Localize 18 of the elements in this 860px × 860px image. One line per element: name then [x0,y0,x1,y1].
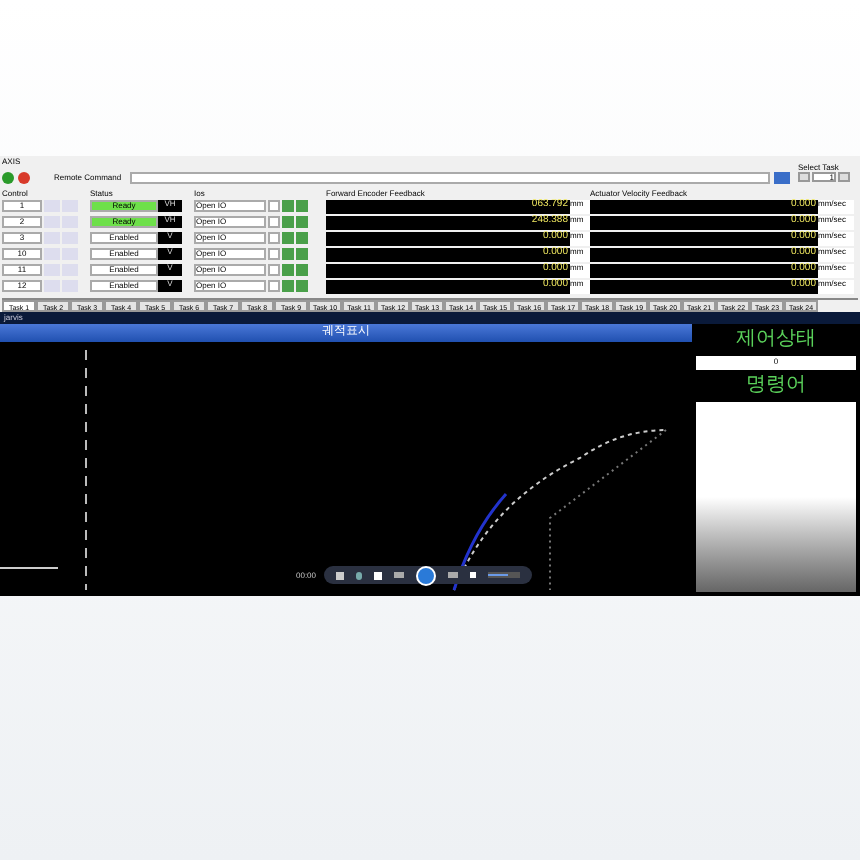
checkbox[interactable] [268,232,280,244]
checkbox[interactable] [268,248,280,260]
stop-icon[interactable] [374,571,382,579]
panel-heading: 명령어 [744,374,808,398]
command-list[interactable] [696,402,856,592]
checkbox[interactable] [268,200,280,212]
previous-button[interactable] [798,171,810,181]
panel-heading: 제어상태 [734,328,818,352]
command-field[interactable] [129,171,770,183]
next-button[interactable] [838,171,850,181]
send-button[interactable] [774,171,790,183]
checkbox[interactable] [268,280,280,292]
checkbox[interactable] [268,216,280,228]
player-controls[interactable] [324,566,533,584]
start-icon[interactable] [2,171,14,183]
volume-slider[interactable] [487,572,521,578]
checkbox[interactable] [268,264,280,276]
play-icon[interactable] [416,565,436,585]
